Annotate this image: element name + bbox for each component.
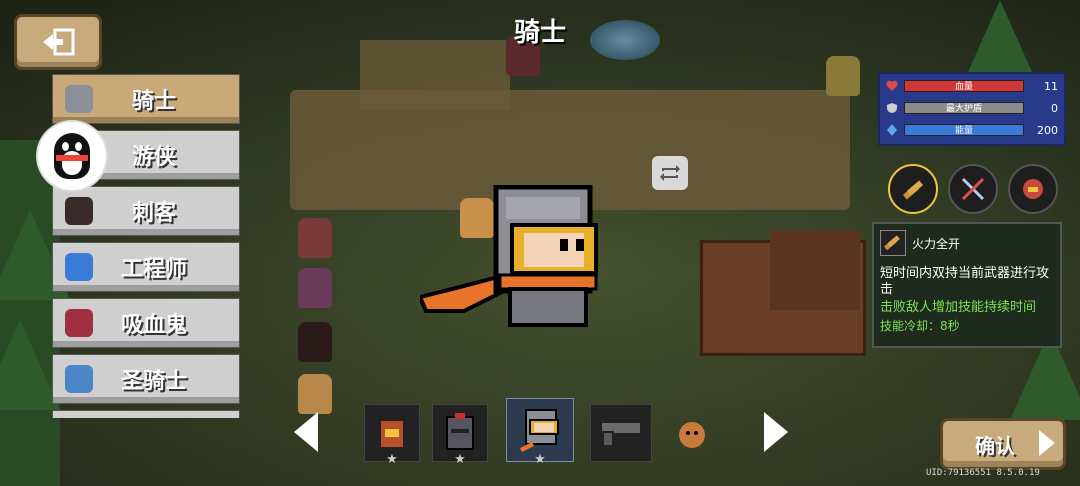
skin-slot-1[interactable]: ★ [364, 404, 420, 467]
character-item-assassin[interactable]: 刺客 [52, 186, 240, 236]
knight-skin-icon [520, 409, 559, 452]
armor-stat: 最大护盾 0 [886, 100, 1058, 116]
crate [770, 230, 860, 310]
dual-wield-skill-icon [880, 230, 906, 256]
character-label: 游侠 [131, 145, 176, 170]
qq-penguin-icon[interactable] [38, 122, 106, 190]
dirt-path-upper [360, 40, 510, 110]
character-label: 工程师 [120, 257, 187, 282]
vampire-avatar-icon [65, 309, 93, 337]
energy-stat: 能量 200 [886, 122, 1058, 138]
swap-skin-button[interactable] [652, 156, 688, 190]
character-label: 吸血鬼 [120, 313, 187, 338]
character-label: 刺客 [131, 201, 176, 226]
flame-knight-skin-icon [381, 421, 403, 447]
energy-value: 200 [1037, 123, 1058, 137]
knight-character-sprite [420, 185, 598, 327]
confirm-button[interactable]: 确认 [940, 418, 1066, 470]
prev-skin-arrow[interactable] [294, 412, 318, 452]
energy-bar: 能量 [904, 124, 1024, 136]
skin-slot-3[interactable]: ★ [506, 398, 574, 467]
armor-value: 0 [1051, 101, 1058, 115]
character-item-next[interactable] [52, 410, 240, 418]
star-icon: ★ [386, 452, 398, 467]
crossed-swords-skill-icon [961, 177, 985, 201]
skill-slot-3[interactable] [1008, 164, 1058, 214]
star-icon: ★ [534, 452, 546, 467]
arrow-right-icon [1039, 430, 1055, 456]
helmet-skill-icon [1023, 179, 1043, 199]
dual-wield-skill-icon [902, 180, 924, 200]
skill-slot-2[interactable] [948, 164, 998, 214]
confirm-label: 确认 [975, 433, 1015, 458]
swap-icon [660, 165, 680, 181]
grass-strip [0, 140, 60, 486]
npc-character [298, 268, 332, 308]
character-item-knight[interactable]: 骑士 [52, 74, 240, 124]
skin-slot-2[interactable]: ★ [432, 404, 488, 467]
skill-bonus: 击败敌人增加技能持续时间 [880, 300, 1037, 315]
star-icon: ★ [454, 452, 466, 467]
uid-version-text: UID:79136551 8.5.0.19 [926, 468, 1040, 478]
skin-slot-5[interactable] [664, 404, 720, 462]
skill-slot-1[interactable] [888, 164, 938, 214]
stats-panel: 血量 11 最大护盾 0 能量 200 [878, 72, 1066, 146]
energy-gem-icon [887, 124, 897, 136]
character-item-engineer[interactable]: 工程师 [52, 242, 240, 292]
character-label: 圣骑士 [120, 369, 187, 394]
skill-name: 火力全开 [912, 236, 961, 251]
armor-label: 最大护盾 [945, 104, 982, 114]
npc-character [826, 56, 860, 96]
hp-value: 11 [1044, 79, 1058, 93]
character-item-vampire[interactable]: 吸血鬼 [52, 298, 240, 348]
paladin-avatar-icon [65, 365, 93, 393]
assassin-avatar-icon [65, 197, 93, 225]
page-title: 骑士 [513, 18, 566, 48]
knight-avatar-icon [65, 85, 93, 113]
npc-character [298, 374, 332, 414]
npc-character [298, 218, 332, 258]
pine-tree [0, 320, 60, 410]
next-skin-arrow[interactable] [764, 412, 788, 452]
shield-icon [887, 103, 897, 113]
dark-knight-skin-icon [446, 413, 474, 450]
hp-stat: 血量 11 [886, 78, 1058, 94]
gun-skin-icon [600, 421, 642, 447]
heart-icon [886, 80, 898, 91]
character-item-paladin[interactable]: 圣骑士 [52, 354, 240, 404]
npc-character [298, 322, 332, 362]
skill-cooldown: 技能冷却：8秒 [880, 319, 960, 333]
monkey-skin-icon [679, 422, 705, 448]
energy-label: 能量 [954, 126, 973, 136]
armor-bar: 最大护盾 [904, 102, 1024, 114]
skill-tooltip: 火力全开 短时间内双持当前武器进行攻击 击败敌人增加技能持续时间 技能冷却：8秒 [872, 222, 1062, 348]
hp-label: 血量 [954, 82, 973, 92]
character-label: 骑士 [131, 89, 176, 114]
engineer-avatar-icon [65, 253, 93, 281]
skill-description: 短时间内双持当前武器进行攻击 [880, 266, 1050, 297]
hp-bar: 血量 [904, 80, 1024, 92]
skin-slot-4[interactable] [590, 404, 652, 462]
